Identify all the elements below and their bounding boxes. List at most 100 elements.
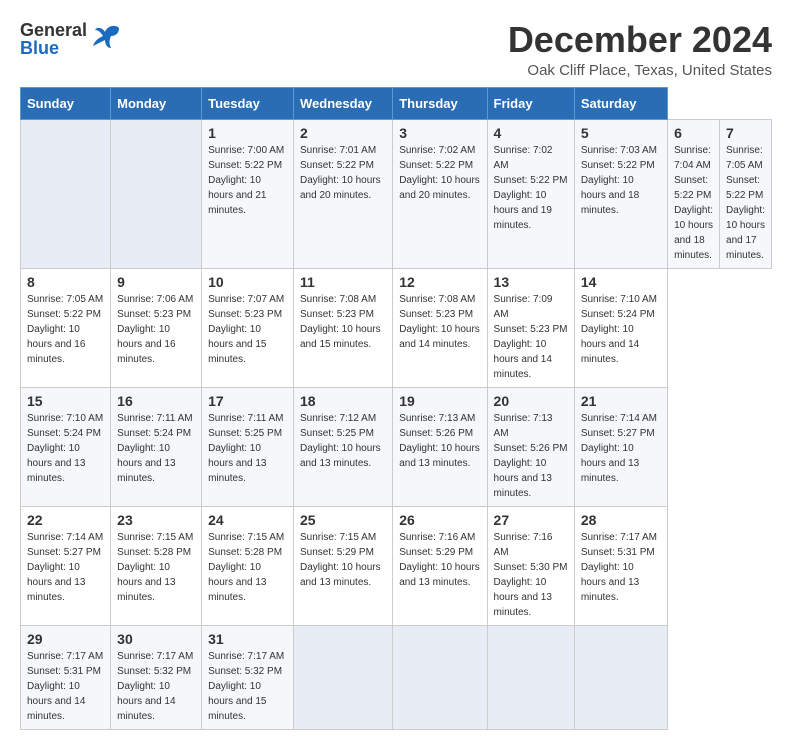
calendar-table: SundayMondayTuesdayWednesdayThursdayFrid…: [20, 87, 772, 730]
day-number: 15: [27, 393, 104, 409]
day-cell-27: 27 Sunrise: 7:16 AMSunset: 5:30 PMDayligh…: [487, 506, 574, 625]
day-info: Sunrise: 7:13 AMSunset: 5:26 PMDaylight:…: [494, 411, 568, 501]
day-cell-15: 15 Sunrise: 7:10 AMSunset: 5:24 PMDayligh…: [21, 387, 111, 506]
day-number: 26: [399, 512, 480, 528]
day-number: 25: [300, 512, 386, 528]
day-cell-18: 18 Sunrise: 7:12 AMSunset: 5:25 PMDayligh…: [294, 387, 393, 506]
day-number: 5: [581, 125, 661, 141]
day-number: 19: [399, 393, 480, 409]
day-number: 30: [117, 631, 195, 647]
weekday-header-tuesday: Tuesday: [202, 87, 294, 119]
day-number: 31: [208, 631, 287, 647]
day-info: Sunrise: 7:02 AMSunset: 5:22 PMDaylight:…: [494, 143, 568, 233]
day-number: 6: [674, 125, 713, 141]
day-cell-2: 2Sunrise: 7:01 AMSunset: 5:22 PMDaylight…: [294, 119, 393, 268]
day-info: Sunrise: 7:05 AMSunset: 5:22 PMDaylight:…: [726, 143, 765, 263]
empty-cell: [574, 625, 667, 729]
day-cell-3: 3Sunrise: 7:02 AMSunset: 5:22 PMDaylight…: [393, 119, 487, 268]
day-number: 18: [300, 393, 386, 409]
day-info: Sunrise: 7:06 AMSunset: 5:23 PMDaylight:…: [117, 292, 195, 367]
day-cell-6: 6Sunrise: 7:04 AMSunset: 5:22 PMDaylight…: [668, 119, 720, 268]
day-cell-10: 10Sunrise: 7:07 AMSunset: 5:23 PMDayligh…: [202, 268, 294, 387]
day-info: Sunrise: 7:09 AMSunset: 5:23 PMDaylight:…: [494, 292, 568, 382]
day-info: Sunrise: 7:00 AMSunset: 5:22 PMDaylight:…: [208, 143, 287, 218]
day-cell-26: 26 Sunrise: 7:16 AMSunset: 5:29 PMDayligh…: [393, 506, 487, 625]
day-number: 17: [208, 393, 287, 409]
day-cell-7: 7Sunrise: 7:05 AMSunset: 5:22 PMDaylight…: [720, 119, 772, 268]
calendar-week-1: 1Sunrise: 7:00 AMSunset: 5:22 PMDaylight…: [21, 119, 772, 268]
logo: General Blue: [20, 20, 123, 57]
day-cell-13: 13 Sunrise: 7:09 AMSunset: 5:23 PMDayligh…: [487, 268, 574, 387]
day-cell-8: 8 Sunrise: 7:05 AMSunset: 5:22 PMDaylight…: [21, 268, 111, 387]
day-cell-23: 23 Sunrise: 7:15 AMSunset: 5:28 PMDayligh…: [111, 506, 202, 625]
day-info: Sunrise: 7:11 AMSunset: 5:25 PMDaylight:…: [208, 411, 287, 486]
day-cell-30: 30 Sunrise: 7:17 AMSunset: 5:32 PMDayligh…: [111, 625, 202, 729]
day-info: Sunrise: 7:08 AMSunset: 5:23 PMDaylight:…: [300, 292, 386, 352]
day-number: 27: [494, 512, 568, 528]
calendar-week-5: 29 Sunrise: 7:17 AMSunset: 5:31 PMDayligh…: [21, 625, 772, 729]
day-number: 3: [399, 125, 480, 141]
day-info: Sunrise: 7:11 AMSunset: 5:24 PMDaylight:…: [117, 411, 195, 486]
day-info: Sunrise: 7:15 AMSunset: 5:28 PMDaylight:…: [117, 530, 195, 605]
day-info: Sunrise: 7:08 AMSunset: 5:23 PMDaylight:…: [399, 292, 480, 352]
weekday-header-wednesday: Wednesday: [294, 87, 393, 119]
day-cell-22: 22Sunrise: 7:14 AMSunset: 5:27 PMDayligh…: [21, 506, 111, 625]
day-cell-5: 5 Sunrise: 7:03 AMSunset: 5:22 PMDaylight…: [574, 119, 667, 268]
day-cell-4: 4Sunrise: 7:02 AMSunset: 5:22 PMDaylight…: [487, 119, 574, 268]
day-cell-21: 21 Sunrise: 7:14 AMSunset: 5:27 PMDayligh…: [574, 387, 667, 506]
day-number: 29: [27, 631, 104, 647]
day-number: 21: [581, 393, 661, 409]
calendar-week-4: 22Sunrise: 7:14 AMSunset: 5:27 PMDayligh…: [21, 506, 772, 625]
month-title: December 2024: [508, 20, 772, 60]
day-number: 11: [300, 274, 386, 290]
day-cell-16: 16Sunrise: 7:11 AMSunset: 5:24 PMDayligh…: [111, 387, 202, 506]
day-info: Sunrise: 7:14 AMSunset: 5:27 PMDaylight:…: [581, 411, 661, 486]
day-cell-9: 9 Sunrise: 7:06 AMSunset: 5:23 PMDaylight…: [111, 268, 202, 387]
day-number: 12: [399, 274, 480, 290]
day-cell-29: 29 Sunrise: 7:17 AMSunset: 5:31 PMDayligh…: [21, 625, 111, 729]
day-info: Sunrise: 7:16 AMSunset: 5:29 PMDaylight:…: [399, 530, 480, 590]
day-number: 9: [117, 274, 195, 290]
day-number: 8: [27, 274, 104, 290]
location: Oak Cliff Place, Texas, United States: [508, 62, 772, 79]
day-cell-20: 20 Sunrise: 7:13 AMSunset: 5:26 PMDayligh…: [487, 387, 574, 506]
weekday-header-row: SundayMondayTuesdayWednesdayThursdayFrid…: [21, 87, 772, 119]
day-info: Sunrise: 7:05 AMSunset: 5:22 PMDaylight:…: [27, 292, 104, 367]
weekday-header-sunday: Sunday: [21, 87, 111, 119]
day-info: Sunrise: 7:03 AMSunset: 5:22 PMDaylight:…: [581, 143, 661, 218]
weekday-header-thursday: Thursday: [393, 87, 487, 119]
weekday-header-monday: Monday: [111, 87, 202, 119]
day-cell-17: 17 Sunrise: 7:11 AMSunset: 5:25 PMDayligh…: [202, 387, 294, 506]
day-cell-1: 1Sunrise: 7:00 AMSunset: 5:22 PMDaylight…: [202, 119, 294, 268]
day-cell-11: 11 Sunrise: 7:08 AMSunset: 5:23 PMDayligh…: [294, 268, 393, 387]
day-number: 13: [494, 274, 568, 290]
day-info: Sunrise: 7:10 AMSunset: 5:24 PMDaylight:…: [27, 411, 104, 486]
calendar-week-2: 8 Sunrise: 7:05 AMSunset: 5:22 PMDaylight…: [21, 268, 772, 387]
day-cell-12: 12 Sunrise: 7:08 AMSunset: 5:23 PMDayligh…: [393, 268, 487, 387]
logo-general: General: [20, 21, 87, 39]
day-number: 28: [581, 512, 661, 528]
day-info: Sunrise: 7:17 AMSunset: 5:32 PMDaylight:…: [208, 649, 287, 724]
logo-blue: Blue: [20, 39, 87, 57]
day-cell-25: 25 Sunrise: 7:15 AMSunset: 5:29 PMDayligh…: [294, 506, 393, 625]
calendar-week-3: 15 Sunrise: 7:10 AMSunset: 5:24 PMDayligh…: [21, 387, 772, 506]
title-block: December 2024 Oak Cliff Place, Texas, Un…: [508, 20, 772, 79]
day-info: Sunrise: 7:12 AMSunset: 5:25 PMDaylight:…: [300, 411, 386, 471]
day-info: Sunrise: 7:14 AMSunset: 5:27 PMDaylight:…: [27, 530, 104, 605]
day-info: Sunrise: 7:16 AMSunset: 5:30 PMDaylight:…: [494, 530, 568, 620]
logo-bird-icon: [91, 20, 123, 52]
day-cell-19: 19Sunrise: 7:13 AMSunset: 5:26 PMDayligh…: [393, 387, 487, 506]
day-info: Sunrise: 7:17 AMSunset: 5:31 PMDaylight:…: [27, 649, 104, 724]
page-header: General Blue December 2024 Oak Cliff Pla…: [20, 20, 772, 79]
day-info: Sunrise: 7:01 AMSunset: 5:22 PMDaylight:…: [300, 143, 386, 203]
day-number: 23: [117, 512, 195, 528]
day-number: 10: [208, 274, 287, 290]
empty-cell: [487, 625, 574, 729]
day-number: 20: [494, 393, 568, 409]
empty-cell: [111, 119, 202, 268]
day-info: Sunrise: 7:17 AMSunset: 5:32 PMDaylight:…: [117, 649, 195, 724]
day-info: Sunrise: 7:15 AMSunset: 5:29 PMDaylight:…: [300, 530, 386, 590]
day-cell-31: 31 Sunrise: 7:17 AMSunset: 5:32 PMDayligh…: [202, 625, 294, 729]
day-cell-28: 28Sunrise: 7:17 AMSunset: 5:31 PMDayligh…: [574, 506, 667, 625]
day-cell-14: 14Sunrise: 7:10 AMSunset: 5:24 PMDayligh…: [574, 268, 667, 387]
